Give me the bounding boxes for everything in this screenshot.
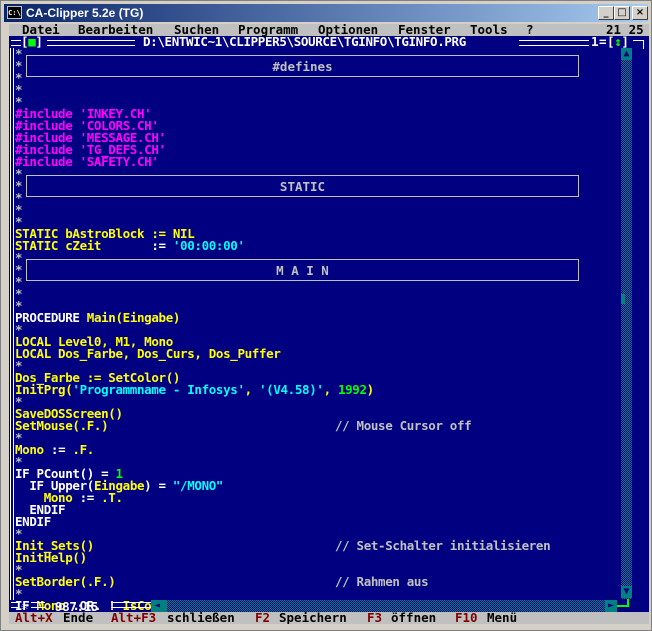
minimize-button[interactable]: _ <box>598 6 614 20</box>
code-line-local[interactable]: LOCAL Dos_Farbe, Dos_Curs, Dos_Puffer <box>15 347 649 360</box>
code-comment: // Rahmen aus <box>335 574 429 589</box>
code-line-endif[interactable]: ENDIF <box>15 515 649 528</box>
scroll-up-arrow-icon[interactable]: ▲ <box>621 48 632 60</box>
shortcut-key[interactable]: Alt+F3 <box>111 611 156 624</box>
scroll-down-arrow-icon[interactable]: ▼ <box>621 586 632 598</box>
shortcut-key[interactable]: F2 <box>255 611 270 624</box>
app-window: C:\ CA-Clipper 5.2e (TG) _ □ × Datei Bea… <box>0 0 652 631</box>
shortcut-label[interactable]: Menü <box>487 611 517 624</box>
code-line-inithelp[interactable]: InitHelp() <box>15 551 649 564</box>
maximize-button[interactable]: □ <box>614 6 630 20</box>
shortcut-label[interactable]: Speichern <box>279 611 347 624</box>
window-title: CA-Clipper 5.2e (TG) <box>26 6 144 20</box>
comment-star: * <box>15 70 23 85</box>
comment-star: * <box>15 58 23 73</box>
shortcut-key[interactable]: F10 <box>455 611 478 624</box>
shortcut-key[interactable]: Alt+X <box>15 611 53 624</box>
comment-star: * <box>15 46 23 61</box>
shortcut-label[interactable]: schließen <box>167 611 235 624</box>
code-line-procedure[interactable]: PROCEDURE Main(Eingabe) <box>15 311 649 324</box>
editor-frame-top: [■] D:\ENTWIC~1\CLIPPER5\SOURCE\TGINFO\T… <box>9 34 649 49</box>
editor-resize-box[interactable]: [↕] <box>607 35 629 48</box>
comment-star: * <box>15 286 23 301</box>
close-button[interactable]: × <box>632 6 648 20</box>
frame-line <box>31 602 45 608</box>
window-number: 1 <box>591 34 599 49</box>
frame-line <box>11 602 19 608</box>
frame-line <box>47 40 135 46</box>
shortcut-key[interactable]: F3 <box>367 611 382 624</box>
code-line-mono[interactable]: Mono := .F. <box>15 443 649 456</box>
code-line-static[interactable]: STATIC cZeit := '00:00:00' <box>15 239 649 252</box>
code-line-include[interactable]: #include 'SAFETY.CH' <box>15 155 649 168</box>
code-line-setmouse[interactable]: SetMouse(.F.) <box>15 419 649 432</box>
code-line-mono[interactable]: Mono := .T. <box>15 491 649 504</box>
vertical-scrollbar[interactable] <box>621 48 632 599</box>
shortcut-label[interactable]: öffnen <box>391 611 436 624</box>
comment-star: * <box>15 250 23 265</box>
resize-corner-icon[interactable] <box>617 599 629 607</box>
editor-close-box[interactable]: [■] <box>21 35 43 48</box>
comment-star: * <box>15 526 23 541</box>
code-line-savescreen[interactable]: SaveDOSScreen() <box>15 407 649 420</box>
frame-line <box>111 602 151 608</box>
comment-star: * <box>15 178 23 193</box>
menu-help[interactable]: ? <box>526 24 534 36</box>
comment-star: * <box>15 202 23 217</box>
code-comment: // Set-Schalter initialisieren <box>335 538 551 553</box>
status-bar: Alt+X Ende Alt+F3 schließen F2 Speichern… <box>9 611 649 624</box>
code-line-setborder[interactable]: SetBorder(.F.) <box>15 575 649 588</box>
menu-tools[interactable]: Tools <box>470 24 508 36</box>
comment-star: * <box>15 190 23 205</box>
code-comment: // Mouse Cursor off <box>335 418 472 433</box>
comment-star: * <box>15 262 23 277</box>
comment-star: * <box>15 82 23 97</box>
comment-star: * <box>15 274 23 289</box>
code-line-initprg[interactable]: InitPrg('Programmname - Infosys', '(V4.5… <box>15 383 649 396</box>
frame-line <box>519 40 589 46</box>
console-app-icon: C:\ <box>7 6 22 19</box>
scroll-thumb[interactable] <box>621 294 625 304</box>
shortcut-label[interactable]: Ende <box>63 611 93 624</box>
title-bar: C:\ CA-Clipper 5.2e (TG) _ □ × <box>4 4 648 22</box>
editor-screen: Datei Bearbeiten Suchen Programm Optione… <box>9 24 649 624</box>
file-path: D:\ENTWIC~1\CLIPPER5\SOURCE\TGINFO\TGINF… <box>143 34 466 49</box>
frame-left-border <box>10 48 14 600</box>
menu-bearbeiten[interactable]: Bearbeiten <box>78 24 153 36</box>
scroll-right-arrow-icon[interactable]: ► <box>605 600 617 612</box>
code-line-init-sets[interactable]: Init_Sets() <box>15 539 649 552</box>
code-line-endif[interactable]: ENDIF <box>15 503 649 516</box>
comment-star: * <box>15 166 23 181</box>
comment-star: * <box>15 430 23 445</box>
